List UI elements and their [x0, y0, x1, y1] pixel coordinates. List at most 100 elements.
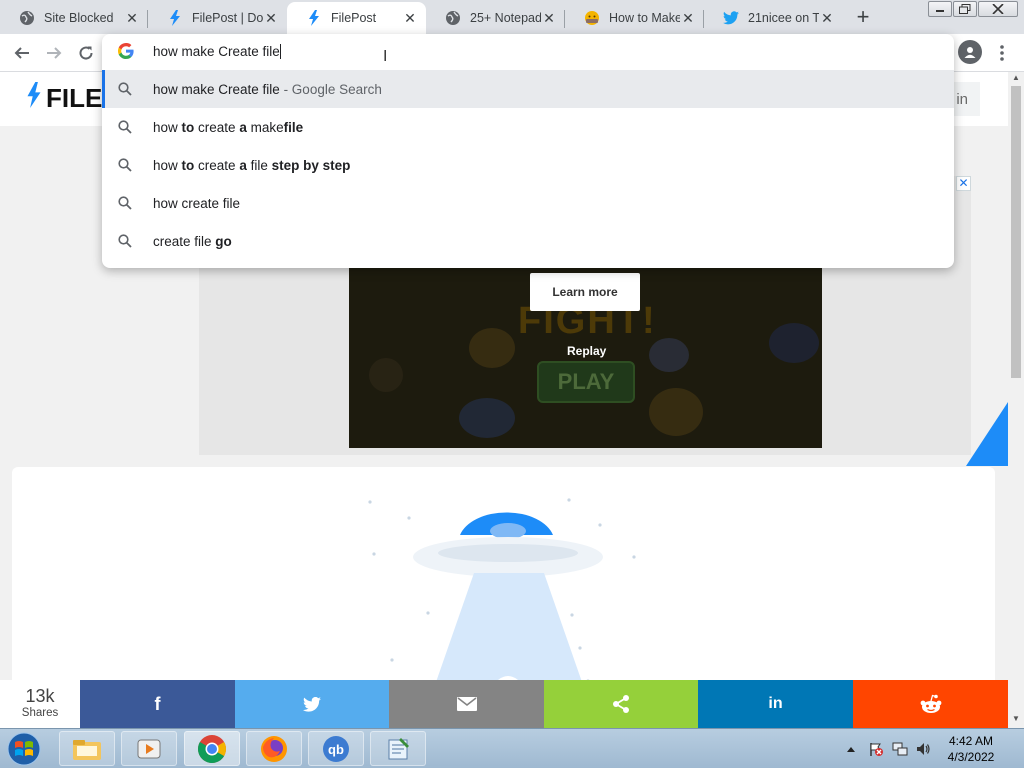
taskbar-qbittorrent[interactable]: qb: [308, 731, 364, 766]
address-input[interactable]: how make Create file: [153, 44, 281, 59]
ibeam-cursor-icon: Ⅰ: [383, 48, 388, 65]
play-button[interactable]: PLAY: [537, 361, 635, 403]
scrollbar-thumb[interactable]: [1011, 86, 1021, 378]
suggestion-text: how create file: [153, 196, 240, 211]
restore-button[interactable]: [953, 1, 977, 17]
filepost-bolt-icon: [166, 9, 184, 27]
suggestion-segment: file: [283, 119, 304, 135]
tab-title: Site Blocked: [44, 11, 114, 25]
share-icon: [613, 695, 629, 713]
game-sprite: [369, 358, 403, 392]
filepost-bolt-icon: [26, 82, 42, 115]
close-icon[interactable]: ✕: [402, 10, 418, 26]
suggestion-segment: step by step: [271, 157, 351, 173]
suggestion-item[interactable]: how create file: [102, 184, 954, 222]
network-icon[interactable]: [892, 741, 908, 757]
search-icon: [118, 120, 132, 134]
suggestion-item[interactable]: how to create a makefile: [102, 108, 954, 146]
text-caret: [279, 44, 281, 59]
twitter-icon: [722, 9, 740, 27]
tab-notepad[interactable]: 25+ Notepad ✕: [426, 2, 565, 34]
close-icon[interactable]: ✕: [541, 10, 557, 26]
scroll-down-arrow-icon[interactable]: ▼: [1008, 714, 1024, 726]
twitter-icon: [303, 696, 321, 712]
suggestion-segment: create file: [153, 233, 216, 249]
taskbar-firefox[interactable]: [246, 731, 302, 766]
profile-icon[interactable]: [958, 40, 982, 64]
close-icon[interactable]: ✕: [263, 10, 279, 26]
tab-filepost[interactable]: FilePost ✕: [287, 2, 426, 34]
suggestion-segment: how: [153, 119, 182, 135]
reload-icon: [79, 46, 93, 60]
start-button[interactable]: [4, 730, 44, 768]
clock-time[interactable]: 4:42 AM: [940, 734, 1002, 748]
share-count-label: Shares: [21, 707, 59, 719]
tab-site-blocked[interactable]: Site Blocked ✕: [0, 2, 148, 34]
site-logo[interactable]: FILE: [26, 82, 102, 115]
minimize-button[interactable]: [928, 1, 952, 17]
qbittorrent-icon: qb: [323, 735, 349, 762]
share-count: 13k Shares: [0, 680, 80, 728]
arrow-left-icon: [14, 47, 29, 59]
action-center-flag-icon[interactable]: [868, 741, 884, 757]
game-sprite: [469, 328, 515, 368]
suggestion-item[interactable]: how make Create file - Google Search: [102, 70, 954, 108]
volume-icon[interactable]: [915, 741, 931, 757]
tab-filepost-download[interactable]: FilePost | Dow ✕: [148, 2, 287, 34]
share-sharethis-button[interactable]: [544, 680, 698, 728]
taskbar-media-player[interactable]: [121, 731, 177, 766]
tab-title: FilePost | Dow: [192, 11, 263, 25]
notepad-icon: [388, 737, 409, 759]
address-input-value: how make Create file: [153, 44, 280, 59]
suggestion-text: how make Create file - Google Search: [153, 82, 382, 97]
suggestion-segment: go: [215, 233, 232, 249]
ad-close-icon[interactable]: ✕: [956, 176, 971, 191]
share-twitter-button[interactable]: [235, 680, 389, 728]
globe-icon: [444, 9, 462, 27]
suggestion-text: how to create a makefile: [153, 120, 303, 135]
learn-more-button[interactable]: Learn more: [530, 273, 640, 311]
filepost-bolt-icon: [305, 9, 323, 27]
share-reddit-button[interactable]: [853, 680, 1008, 728]
suggestion-text: create file go: [153, 234, 232, 249]
tab-strip: Site Blocked ✕ FilePost | Dow ✕ FilePost…: [0, 0, 1024, 34]
close-icon[interactable]: ✕: [819, 10, 835, 26]
new-tab-button[interactable]: +: [851, 6, 875, 30]
suggestion-segment: a: [239, 119, 247, 135]
suggestion-segment: create: [194, 157, 240, 173]
suggestion-segment: how: [153, 157, 182, 173]
replay-button[interactable]: Replay: [567, 344, 606, 358]
close-icon[interactable]: ✕: [680, 10, 696, 26]
suggestion-item[interactable]: create file go: [102, 222, 954, 260]
facebook-icon: f: [154, 693, 161, 714]
scroll-up-arrow-icon[interactable]: ▲: [1008, 73, 1024, 85]
windows-orb-icon: [7, 732, 41, 766]
taskbar-chrome[interactable]: [184, 731, 240, 766]
suggestion-segment: how make Create file: [153, 81, 280, 97]
suggestion-item[interactable]: how to create a file step by step: [102, 146, 954, 184]
clock-date[interactable]: 4/3/2022: [940, 750, 1002, 764]
tab-title: How to Make: [609, 11, 680, 25]
suggestion-text: how to create a file step by step: [153, 158, 350, 173]
address-bar[interactable]: how make Create file Ⅰ: [102, 34, 954, 70]
share-email-button[interactable]: [389, 680, 544, 728]
share-facebook-button[interactable]: f: [80, 680, 235, 728]
tab-how-to-make[interactable]: How to Make ✕: [565, 2, 704, 34]
google-g-icon: [118, 43, 134, 59]
share-linkedin-button[interactable]: in: [698, 680, 853, 728]
share-bar: 13k Shares f in: [0, 680, 1008, 728]
forward-button[interactable]: [42, 41, 66, 65]
emoji-icon: [583, 9, 601, 27]
close-icon[interactable]: ✕: [124, 10, 140, 26]
reload-button[interactable]: [74, 41, 98, 65]
more-menu-icon[interactable]: [992, 41, 1012, 65]
tab-title: 21nicee on Tw: [748, 11, 819, 25]
taskbar-file-explorer[interactable]: [59, 731, 115, 766]
login-label: in: [956, 90, 968, 108]
vertical-scrollbar[interactable]: ▲ ▼: [1008, 72, 1024, 728]
show-hidden-icons-icon[interactable]: [846, 745, 856, 753]
back-button[interactable]: [10, 41, 34, 65]
tab-twitter[interactable]: 21nicee on Tw ✕: [704, 2, 843, 34]
taskbar-notepad[interactable]: [370, 731, 426, 766]
close-window-button[interactable]: [978, 1, 1018, 17]
